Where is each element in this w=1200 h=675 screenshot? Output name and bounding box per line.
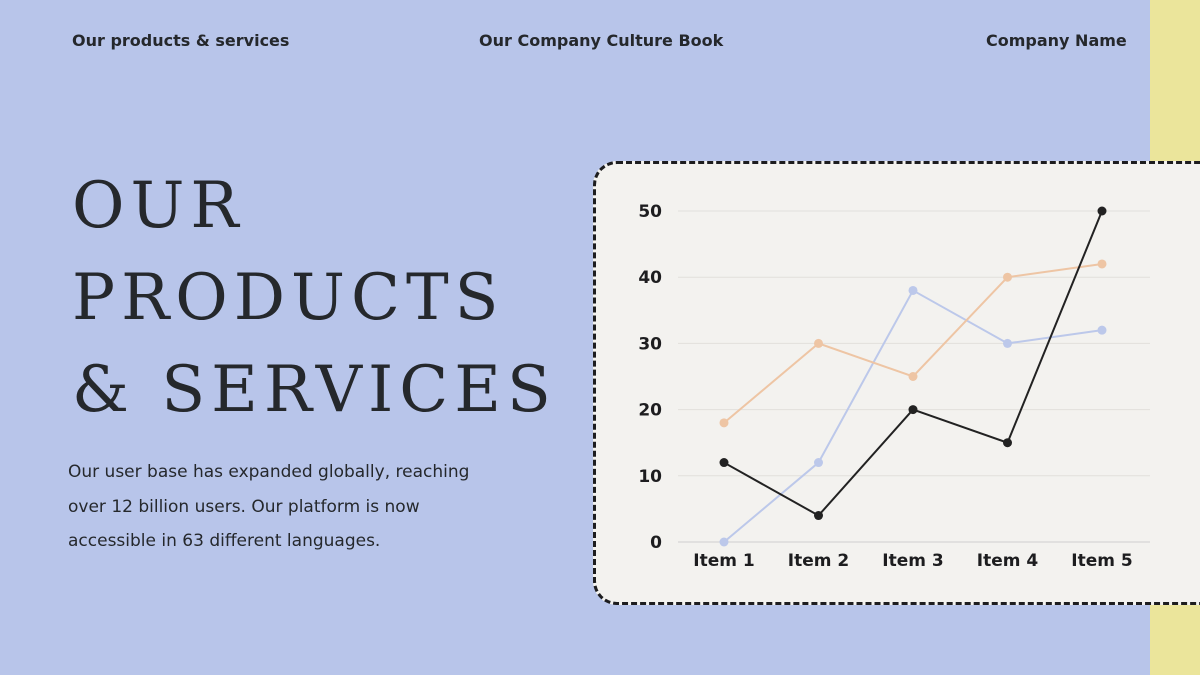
data-point (1097, 325, 1107, 335)
data-point (719, 418, 729, 428)
x-tick-label: Item 4 (977, 551, 1039, 571)
data-point (814, 458, 823, 468)
series-line (723, 210, 1103, 517)
x-tick-label: Item 1 (693, 551, 754, 571)
series-line (723, 289, 1103, 543)
y-tick-label: 30 (638, 334, 662, 354)
data-point (719, 537, 729, 547)
x-tick-label: Item 5 (1071, 551, 1132, 571)
x-tick-label: Item 2 (788, 551, 849, 571)
data-point (814, 511, 823, 521)
data-point (1003, 338, 1012, 348)
x-tick-label: Item 3 (882, 551, 943, 571)
data-point (908, 405, 918, 415)
data-point (814, 338, 823, 348)
y-tick-label: 50 (638, 202, 662, 222)
data-point (908, 285, 918, 295)
data-point (1097, 259, 1107, 269)
data-point (1003, 438, 1012, 448)
data-point (719, 458, 729, 468)
data-point (1003, 272, 1012, 282)
data-point (1097, 206, 1107, 216)
y-tick-label: 10 (638, 467, 662, 487)
line-chart: 0 10 20 30 40 50 Item 1 Item 2 Item 3 Item 4 Item … (638, 202, 1150, 571)
y-tick-label: 0 (650, 533, 662, 553)
data-point (908, 372, 918, 381)
y-tick-label: 40 (638, 268, 662, 288)
y-tick-label: 20 (638, 401, 662, 421)
